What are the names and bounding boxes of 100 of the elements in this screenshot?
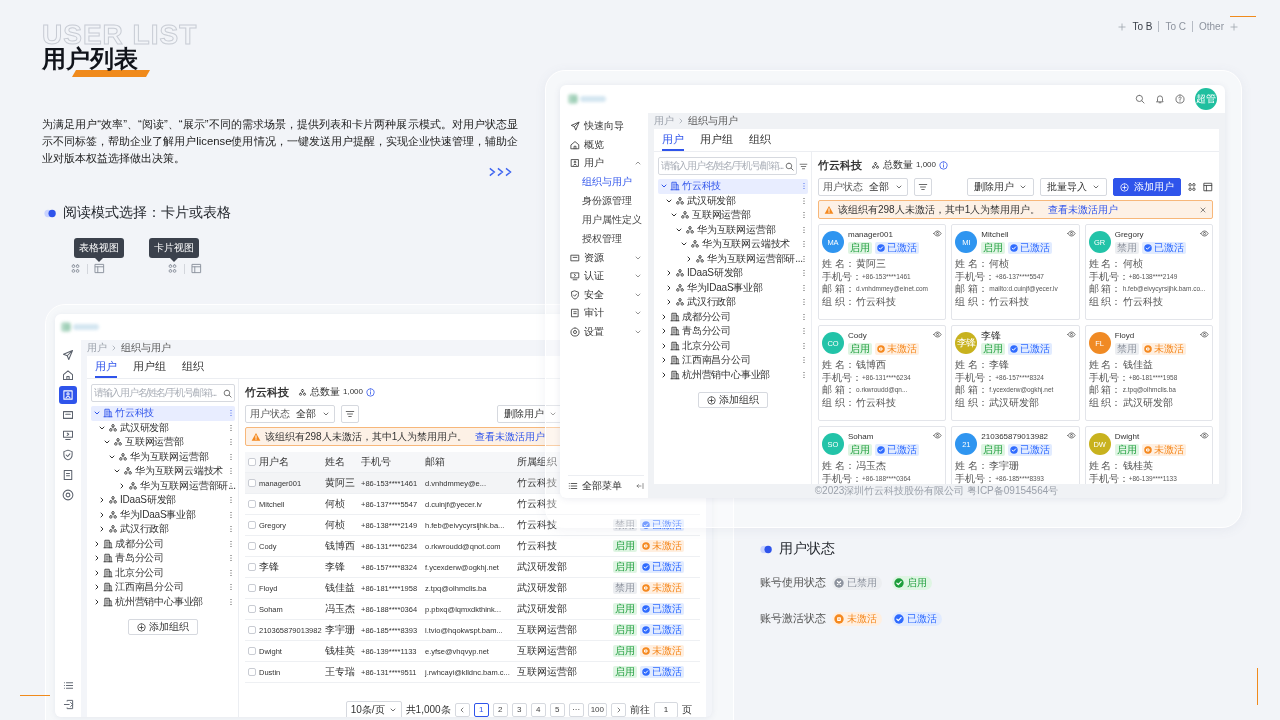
add-user-button[interactable]: 添加用户 <box>1113 178 1181 196</box>
checkbox[interactable] <box>248 521 256 529</box>
tree-item[interactable]: IDaaS研发部 <box>91 493 235 508</box>
more-icon[interactable] <box>227 567 235 578</box>
more-icon[interactable] <box>227 466 235 477</box>
more-icon[interactable] <box>227 495 235 506</box>
eye-icon[interactable] <box>1066 431 1076 440</box>
info-icon[interactable] <box>939 160 949 170</box>
tree-item[interactable]: 成都分公司 <box>91 536 235 551</box>
chevron-right-icon[interactable] <box>660 312 668 321</box>
page-input[interactable]: 1 <box>654 702 678 717</box>
more-icon[interactable] <box>800 224 808 235</box>
chevron-right-icon[interactable] <box>93 568 101 577</box>
tree-item[interactable]: 互联网运营部 <box>658 208 808 223</box>
tree-item[interactable]: 武汉研发部 <box>658 193 808 208</box>
tree-item[interactable]: 华为互联网运营部 <box>658 222 808 237</box>
chevron-right-icon[interactable] <box>660 327 668 336</box>
more-icon[interactable] <box>227 437 235 448</box>
chevron-right-icon[interactable] <box>98 496 106 505</box>
checkbox[interactable] <box>248 500 256 508</box>
checkbox[interactable] <box>248 647 256 655</box>
checkbox[interactable] <box>248 668 256 676</box>
tree-item[interactable]: 江西南昌分公司 <box>91 580 235 595</box>
link[interactable]: 查看未激活用户 <box>1048 203 1119 216</box>
eye-icon[interactable] <box>1066 330 1076 339</box>
page-button[interactable]: 5 <box>549 703 565 717</box>
nav-link[interactable]: To B <box>1132 21 1153 32</box>
menu-icon[interactable] <box>62 680 74 691</box>
menu-item[interactable]: 安全 <box>568 285 644 304</box>
tree-item[interactable]: 华为互联网云端技术 <box>658 237 808 252</box>
chevron-right-icon[interactable] <box>660 356 668 365</box>
menu-item[interactable]: 认证 <box>568 267 644 286</box>
tree-item[interactable]: 武汉行政部 <box>658 295 808 310</box>
tree-item[interactable]: 竹云科技 <box>91 406 235 421</box>
table-view-icon[interactable] <box>1203 182 1213 192</box>
chevron-right-icon[interactable] <box>93 583 101 592</box>
tab[interactable]: 组织 <box>182 356 204 378</box>
more-icon[interactable] <box>227 524 235 535</box>
page-button[interactable]: 1 <box>473 703 489 717</box>
tree-item[interactable]: 华为互联网运营部研... <box>658 251 808 266</box>
eye-icon[interactable] <box>933 431 943 440</box>
more-icon[interactable] <box>800 326 808 337</box>
help-icon[interactable] <box>1175 94 1185 104</box>
status-filter[interactable]: 用户状态 全部 <box>245 405 335 423</box>
tree-item[interactable]: 江西南昌分公司 <box>658 353 808 368</box>
exit-icon[interactable] <box>62 699 74 710</box>
more-icon[interactable] <box>227 538 235 549</box>
more-icon[interactable] <box>800 195 808 206</box>
tab[interactable]: 用户 <box>662 129 684 151</box>
chevron-right-icon[interactable] <box>685 254 693 263</box>
menu-item[interactable]: 身份源管理 <box>568 191 644 211</box>
more-icon[interactable] <box>800 253 808 264</box>
more-icon[interactable] <box>227 582 235 593</box>
checkbox[interactable] <box>248 479 256 487</box>
menu-item[interactable]: 审计 <box>568 304 644 323</box>
tree-item[interactable]: 互联网运营部 <box>91 435 235 450</box>
more-icon[interactable] <box>227 408 235 419</box>
chevron-right-icon[interactable] <box>93 554 101 563</box>
tree-item[interactable]: 竹云科技 <box>658 179 808 194</box>
grid-view-icon[interactable] <box>1187 182 1197 192</box>
tree-item[interactable]: 华为IDaaS事业部 <box>91 507 235 522</box>
checkbox[interactable] <box>248 605 256 613</box>
menu-item[interactable]: 快速向导 <box>568 117 644 136</box>
more-icon[interactable] <box>800 282 808 293</box>
eye-icon[interactable] <box>1200 229 1209 238</box>
tree-item[interactable]: 北京分公司 <box>91 565 235 580</box>
tree-item[interactable]: 华为互联网云端技术 <box>91 464 235 479</box>
more-icon[interactable] <box>227 596 235 607</box>
more-icon[interactable] <box>227 509 235 520</box>
menu-item[interactable]: 资源 <box>568 248 644 267</box>
filter-button[interactable] <box>914 178 932 196</box>
checkbox[interactable] <box>248 563 256 571</box>
page-button[interactable]: 3 <box>511 703 527 717</box>
more-icon[interactable] <box>800 311 808 322</box>
menu-icon[interactable] <box>568 481 578 491</box>
search-field[interactable]: 请输入用户名/姓名/手机号/邮箱... <box>658 157 797 175</box>
menu-item[interactable]: 用户属性定义 <box>568 210 644 230</box>
status-filter[interactable]: 用户状态 全部 <box>818 178 908 196</box>
page-button[interactable]: ··· <box>568 703 584 717</box>
more-icon[interactable] <box>227 451 235 462</box>
menu-item[interactable]: 组织与用户 <box>568 172 644 192</box>
tree-item[interactable]: 武汉行政部 <box>91 522 235 537</box>
page-button[interactable]: 4 <box>530 703 546 717</box>
search-icon[interactable] <box>785 161 794 171</box>
tree-item[interactable]: 武汉研发部 <box>91 420 235 435</box>
checkbox[interactable] <box>248 626 256 634</box>
search-icon[interactable] <box>1135 94 1145 104</box>
more-icon[interactable] <box>800 239 808 250</box>
tree-item[interactable]: 华为互联网运营部研... <box>91 478 235 493</box>
menu-item[interactable]: 用户 <box>568 154 644 173</box>
more-icon[interactable] <box>800 210 808 221</box>
chevron-right-icon[interactable] <box>93 539 101 548</box>
link[interactable]: 查看未激活用户 <box>475 430 546 443</box>
eye-icon[interactable] <box>933 330 943 339</box>
breadcrumb-link[interactable]: 组织与用户 <box>688 115 738 127</box>
eye-icon[interactable] <box>1200 330 1209 339</box>
tab[interactable]: 用户组 <box>133 356 166 378</box>
tab[interactable]: 用户组 <box>700 129 733 151</box>
more-icon[interactable] <box>800 297 808 308</box>
info-icon[interactable] <box>366 387 376 397</box>
